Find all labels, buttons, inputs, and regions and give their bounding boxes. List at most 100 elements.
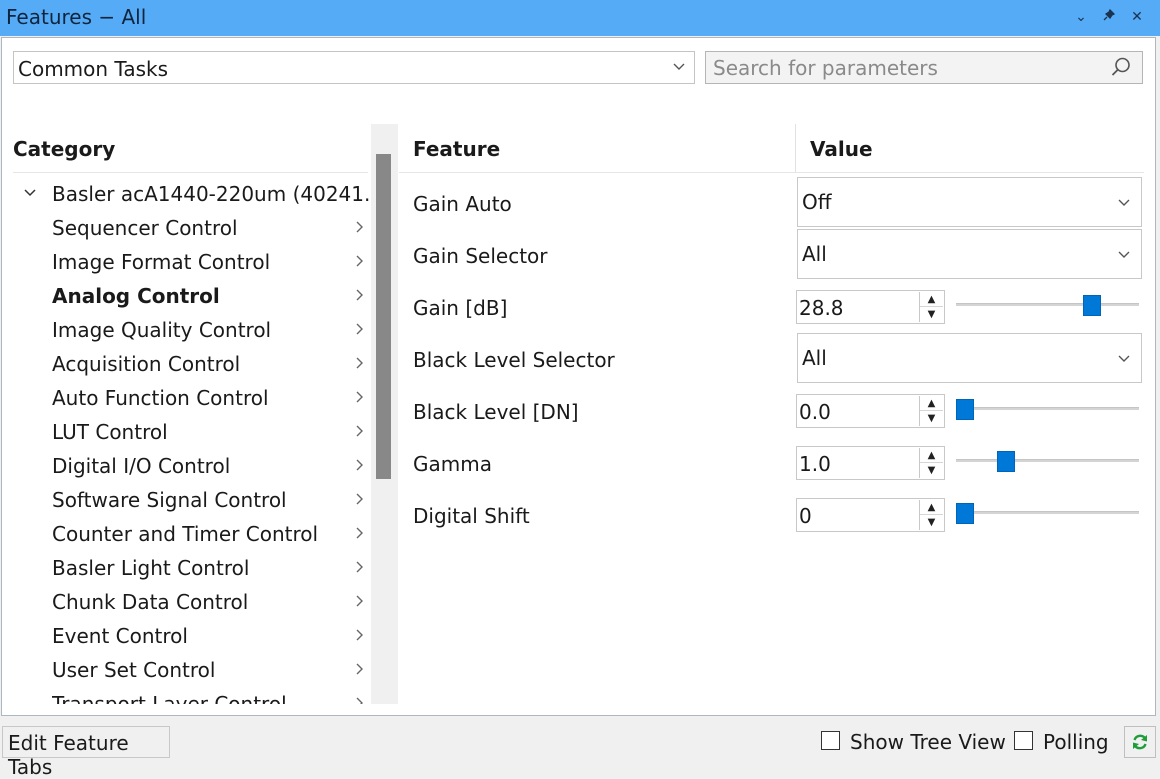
black-level-slider[interactable] — [956, 407, 1139, 410]
parameter-search[interactable] — [705, 51, 1143, 84]
tree-item-label: Digital I/O Control — [52, 454, 231, 478]
window-title: Features − All — [6, 5, 147, 29]
gamma-slider-handle[interactable] — [997, 451, 1016, 472]
gain-db-slider-handle[interactable] — [1083, 295, 1102, 316]
gain-db-value[interactable]: 28.8 — [799, 296, 844, 320]
chevron-right-icon[interactable] — [352, 211, 366, 245]
gain-selector-dropdown[interactable]: All — [797, 229, 1142, 279]
black-level-stepper[interactable]: ▲ ▼ — [919, 396, 943, 426]
black-level-selector-dropdown[interactable]: All — [797, 333, 1142, 383]
minimize-icon[interactable]: ⌄ — [1070, 6, 1092, 28]
digital-shift-stepper[interactable]: ▲ ▼ — [919, 500, 943, 530]
digital-shift-spinbox[interactable]: 0 ▲ ▼ — [796, 498, 945, 532]
pin-icon[interactable] — [1098, 6, 1120, 28]
gamma-slider[interactable] — [956, 459, 1139, 462]
refresh-icon — [1133, 734, 1147, 750]
sidebar-item-software-signal-control[interactable]: Software Signal Control — [52, 483, 370, 517]
chevron-right-icon[interactable] — [352, 381, 366, 415]
show-tree-view-checkbox[interactable] — [821, 731, 840, 750]
sidebar-item-transport-layer-control[interactable]: Transport Layer Control — [52, 687, 370, 704]
chevron-down-icon — [672, 56, 686, 82]
search-input[interactable] — [707, 53, 1097, 82]
increment-arrow-icon[interactable]: ▲ — [920, 292, 943, 307]
sidebar-item-acquisition-control[interactable]: Acquisition Control — [52, 347, 370, 381]
sidebar-item-sequencer-control[interactable]: Sequencer Control — [52, 211, 370, 245]
table-header-divider — [399, 172, 1144, 173]
sidebar-item-auto-function-control[interactable]: Auto Function Control — [52, 381, 370, 415]
black-level-selector-value: All — [802, 346, 827, 370]
black-level-spinbox[interactable]: 0.0 ▲ ▼ — [796, 394, 945, 428]
digital-shift-value[interactable]: 0 — [799, 504, 812, 528]
edit-feature-tabs-button[interactable]: Edit Feature Tabs — [2, 726, 170, 779]
task-filter-dropdown[interactable]: Common Tasks — [13, 51, 695, 84]
digital-shift-slider[interactable] — [956, 511, 1139, 514]
gain-db-stepper[interactable]: ▲ ▼ — [919, 292, 943, 322]
sidebar-item-basler-light-control[interactable]: Basler Light Control — [52, 551, 370, 585]
chevron-right-icon[interactable] — [352, 347, 366, 381]
feature-column-header[interactable]: Feature — [413, 137, 500, 161]
column-divider[interactable] — [795, 124, 796, 172]
feature-label-digital-shift: Digital Shift — [413, 504, 530, 528]
chevron-right-icon[interactable] — [352, 653, 366, 687]
sidebar-item-image-quality-control[interactable]: Image Quality Control — [52, 313, 370, 347]
chevron-expanded-icon[interactable] — [22, 178, 38, 212]
gamma-value[interactable]: 1.0 — [799, 452, 831, 476]
black-level-slider-handle[interactable] — [956, 399, 974, 420]
polling-checkbox[interactable] — [1014, 731, 1033, 750]
feature-label-gain-selector: Gain Selector — [413, 244, 548, 268]
sidebar-item-image-format-control[interactable]: Image Format Control — [52, 245, 370, 279]
chevron-right-icon[interactable] — [352, 449, 366, 483]
show-tree-view-label[interactable]: Show Tree View — [850, 730, 1006, 754]
decrement-arrow-icon[interactable]: ▼ — [920, 463, 943, 478]
category-header-divider — [13, 172, 368, 173]
gain-db-spinbox[interactable]: 28.8 ▲ ▼ — [796, 290, 945, 324]
chevron-right-icon[interactable] — [352, 517, 366, 551]
chevron-right-icon[interactable] — [352, 585, 366, 619]
decrement-arrow-icon[interactable]: ▼ — [920, 515, 943, 530]
sidebar-item-user-set-control[interactable]: User Set Control — [52, 653, 370, 687]
chevron-right-icon[interactable] — [352, 619, 366, 653]
increment-arrow-icon[interactable]: ▲ — [920, 448, 943, 463]
gamma-stepper[interactable]: ▲ ▼ — [919, 448, 943, 478]
title-bar: Features − All ⌄ ✕ — [0, 0, 1160, 36]
close-icon[interactable]: ✕ — [1126, 6, 1148, 28]
chevron-right-icon[interactable] — [352, 279, 366, 313]
sidebar-item-counter-and-timer-control[interactable]: Counter and Timer Control — [52, 517, 370, 551]
chevron-right-icon[interactable] — [352, 687, 366, 704]
chevron-down-icon — [1117, 245, 1131, 269]
tree-item-label: Analog Control — [52, 284, 220, 308]
search-icon[interactable] — [1110, 56, 1132, 83]
chevron-right-icon[interactable] — [352, 551, 366, 585]
feature-label-black-level: Black Level [DN] — [413, 400, 579, 424]
sidebar-item-analog-control[interactable]: Analog Control — [52, 279, 370, 313]
increment-arrow-icon[interactable]: ▲ — [920, 396, 943, 411]
digital-shift-slider-handle[interactable] — [956, 503, 974, 524]
refresh-button[interactable] — [1124, 726, 1156, 758]
tree-root-camera[interactable]: Basler acA1440-220um (40241... — [52, 177, 370, 211]
sidebar-item-digital-i-o-control[interactable]: Digital I/O Control — [52, 449, 370, 483]
increment-arrow-icon[interactable]: ▲ — [920, 500, 943, 515]
sidebar-item-lut-control[interactable]: LUT Control — [52, 415, 370, 449]
feature-label-gain-db: Gain [dB] — [413, 296, 508, 320]
gain-db-slider[interactable] — [956, 303, 1139, 306]
decrement-arrow-icon[interactable]: ▼ — [920, 307, 943, 322]
value-column-header[interactable]: Value — [810, 137, 873, 161]
black-level-value[interactable]: 0.0 — [799, 400, 831, 424]
feature-label-black-level-selector: Black Level Selector — [413, 348, 615, 372]
chevron-right-icon[interactable] — [352, 483, 366, 517]
sidebar-item-chunk-data-control[interactable]: Chunk Data Control — [52, 585, 370, 619]
tree-item-label: Auto Function Control — [52, 386, 269, 410]
chevron-right-icon[interactable] — [352, 415, 366, 449]
tree-item-label: Basler Light Control — [52, 556, 250, 580]
polling-label[interactable]: Polling — [1043, 730, 1109, 754]
sidebar-item-event-control[interactable]: Event Control — [52, 619, 370, 653]
chevron-right-icon[interactable] — [352, 313, 366, 347]
gain-auto-dropdown[interactable]: Off — [797, 177, 1142, 227]
chevron-down-icon — [1117, 349, 1131, 373]
category-header: Category — [13, 137, 116, 161]
chevron-right-icon[interactable] — [352, 245, 366, 279]
gamma-spinbox[interactable]: 1.0 ▲ ▼ — [796, 446, 945, 480]
category-scrollbar-thumb[interactable] — [376, 154, 391, 479]
decrement-arrow-icon[interactable]: ▼ — [920, 411, 943, 426]
gain-selector-value: All — [802, 242, 827, 266]
